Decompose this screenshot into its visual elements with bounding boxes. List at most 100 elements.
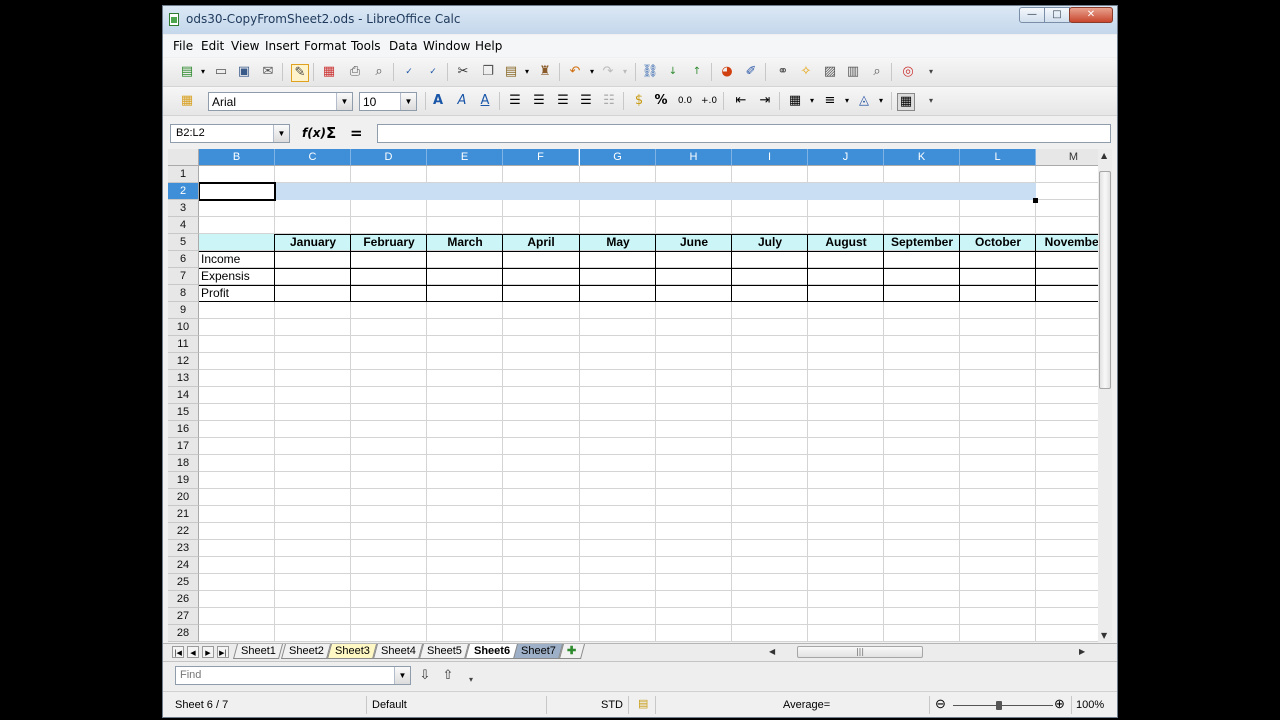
sort-ascending-icon[interactable]: ↓ (665, 64, 681, 80)
increase-indent-icon[interactable]: ⇥ (757, 93, 773, 109)
save-icon[interactable]: ▣ (236, 64, 252, 80)
month-header-cell[interactable]: September (884, 234, 960, 251)
chart-icon[interactable]: ◕ (719, 64, 735, 80)
column-header-l[interactable]: L (960, 149, 1036, 166)
menu-file[interactable]: File (173, 39, 193, 53)
row-header-12[interactable]: 12 (168, 353, 199, 370)
minimize-button[interactable]: — (1019, 7, 1045, 23)
function-button[interactable]: = (350, 124, 363, 142)
function-wizard-button[interactable]: f(x) (302, 126, 326, 140)
column-header-b[interactable]: B (199, 149, 275, 166)
decrease-indent-icon[interactable]: ⇤ (733, 93, 749, 109)
redo-icon[interactable]: ↷ (600, 64, 616, 80)
row-header-8[interactable]: 8 (168, 285, 199, 302)
maximize-button[interactable]: □ (1044, 7, 1070, 23)
borders-icon[interactable]: ▦ (787, 93, 803, 109)
column-header-g[interactable]: G (580, 149, 656, 166)
background-color-dropdown-icon[interactable]: ▾ (873, 93, 889, 109)
sheet-tab-sheet5[interactable]: Sheet5 (418, 644, 470, 659)
month-header-cell[interactable]: April (503, 234, 579, 251)
spreadsheet-grid[interactable]: January February March April May June July Augu… (168, 149, 1098, 642)
open-icon[interactable]: ▭ (213, 64, 229, 80)
menu-format[interactable]: Format (304, 39, 346, 53)
row-header-13[interactable]: 13 (168, 370, 199, 387)
menu-help[interactable]: Help (475, 39, 502, 53)
row-header-24[interactable]: 24 (168, 557, 199, 574)
menu-edit[interactable]: Edit (201, 39, 224, 53)
menu-insert[interactable]: Insert (265, 39, 299, 53)
prev-sheet-icon[interactable]: ◀ (187, 646, 199, 658)
sort-descending-icon[interactable]: ↑ (689, 64, 705, 80)
close-button[interactable]: ✕ (1069, 7, 1113, 23)
month-header-cell[interactable]: June (656, 234, 732, 251)
hyperlink-icon[interactable]: ⛓ (642, 64, 659, 80)
chevron-down-icon[interactable]: ▼ (394, 667, 410, 684)
redo-dropdown-icon[interactable]: ▾ (617, 64, 633, 80)
next-sheet-icon[interactable]: ▶ (202, 646, 214, 658)
column-header-m[interactable]: M (1036, 149, 1098, 166)
percent-icon[interactable]: % (653, 93, 669, 109)
spellcheck-icon[interactable]: ✓ (401, 64, 417, 80)
menu-tools[interactable]: Tools (351, 39, 381, 53)
column-header-i[interactable]: I (732, 149, 808, 166)
row-label-cell[interactable]: Income (199, 251, 277, 268)
row-header-9[interactable]: 9 (168, 302, 199, 319)
sheet-tab-sheet2[interactable]: Sheet2 (280, 644, 332, 659)
column-header-j[interactable]: J (808, 149, 884, 166)
selection-mode[interactable]: STD (601, 699, 623, 711)
menu-window[interactable]: Window (423, 39, 470, 53)
chevron-down-icon[interactable]: ▼ (336, 93, 352, 110)
title-bar[interactable]: ods30-CopyFromSheet2.ods - LibreOffice C… (163, 6, 1117, 34)
font-size-combo[interactable]: 10 ▼ (359, 92, 417, 111)
email-icon[interactable]: ✉ (260, 64, 276, 80)
scroll-up-icon[interactable]: ▲ (1101, 151, 1107, 160)
month-header-cell[interactable]: February (351, 234, 427, 251)
row-header-1[interactable]: 1 (168, 166, 199, 183)
bold-icon[interactable]: A (430, 93, 446, 109)
sheet-tab-sheet1[interactable]: Sheet1 (232, 644, 284, 659)
column-header-f[interactable]: F (503, 149, 579, 166)
row-header-21[interactable]: 21 (168, 506, 199, 523)
align-center-icon[interactable]: ☰ (531, 93, 547, 109)
row-header-22[interactable]: 22 (168, 523, 199, 540)
find-next-icon[interactable]: ⇩ (417, 668, 433, 684)
draw-functions-icon[interactable]: ✐ (743, 64, 759, 80)
clone-formatting-icon[interactable]: ♜ (537, 64, 553, 80)
find-toolbar-overflow-icon[interactable]: ▾ (463, 672, 479, 688)
month-header-cell[interactable]: July (732, 234, 808, 251)
find-input[interactable]: Find ▼ (175, 666, 411, 685)
fill-handle[interactable] (1033, 198, 1038, 203)
row-header-25[interactable]: 25 (168, 574, 199, 591)
find-replace-icon[interactable]: ⚭ (775, 64, 791, 80)
column-header-k[interactable]: K (884, 149, 960, 166)
formula-input[interactable] (377, 124, 1111, 143)
autospellcheck-icon[interactable]: ✓ (425, 64, 441, 80)
vertical-scroll-thumb[interactable] (1099, 171, 1111, 389)
underline-icon[interactable]: A (477, 93, 493, 109)
sum-button[interactable]: Σ (326, 124, 336, 142)
new-document-icon[interactable]: ▤ (179, 64, 195, 80)
row-header-26[interactable]: 26 (168, 591, 199, 608)
column-header-h[interactable]: H (656, 149, 732, 166)
paste-dropdown-icon[interactable]: ▾ (519, 64, 535, 80)
month-header-cell[interactable]: November (1036, 234, 1098, 251)
row-header-16[interactable]: 16 (168, 421, 199, 438)
export-pdf-icon[interactable]: ▦ (321, 64, 337, 80)
gallery-icon[interactable]: ▨ (822, 64, 838, 80)
menu-view[interactable]: View (231, 39, 259, 53)
toolbar-overflow-icon[interactable]: ▾ (923, 64, 939, 80)
horizontal-scrollbar[interactable]: ◀ ||| ▶ (767, 645, 1089, 659)
month-header-cell[interactable]: October (960, 234, 1036, 251)
column-header-c[interactable]: C (275, 149, 351, 166)
navigator-icon[interactable]: ✧ (798, 64, 814, 80)
undo-dropdown-icon[interactable]: ▾ (584, 64, 600, 80)
copy-icon[interactable]: ❐ (480, 64, 496, 80)
justify-icon[interactable]: ☰ (578, 93, 594, 109)
print-icon[interactable]: ⎙ (347, 64, 363, 80)
zoom-level[interactable]: 100% (1076, 699, 1104, 711)
month-header-cell[interactable]: August (808, 234, 884, 251)
row-header-19[interactable]: 19 (168, 472, 199, 489)
month-header-cell[interactable]: May (580, 234, 656, 251)
row-header-4[interactable]: 4 (168, 217, 199, 234)
zoom-in-icon[interactable]: ⊕ (1054, 696, 1065, 712)
